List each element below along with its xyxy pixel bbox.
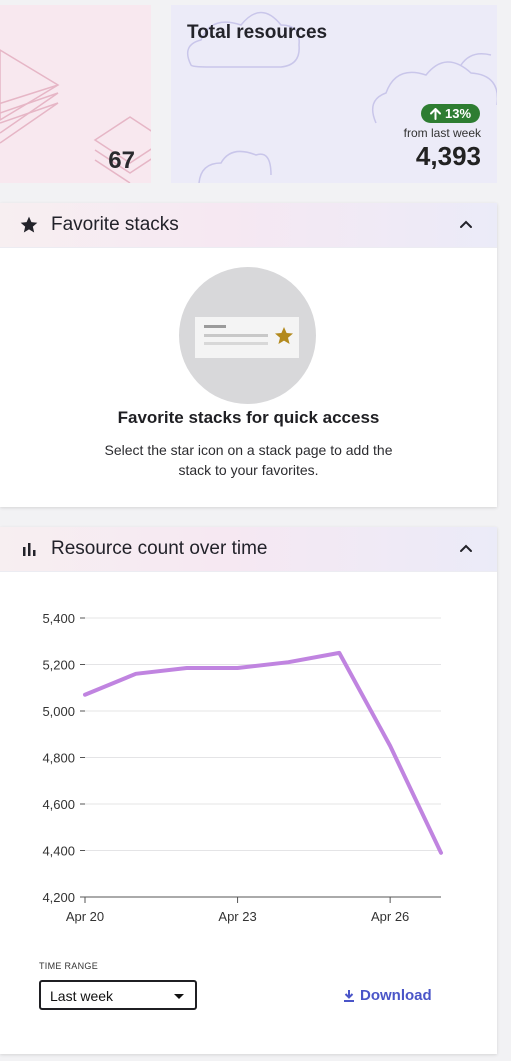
- time-range-value: Last week: [50, 988, 114, 1004]
- card-title: Total resources: [187, 22, 328, 43]
- download-icon: [344, 990, 354, 1002]
- panel-title: Resource count over time: [51, 538, 268, 559]
- time-range-select[interactable]: Last week: [39, 980, 197, 1010]
- stat-value: 67: [108, 147, 135, 174]
- favorite-stacks-panel: Favorite stacks Favorite stacks for quic…: [0, 203, 497, 507]
- x-tick-label: Apr 26: [371, 909, 409, 924]
- y-tick-label: 5,200: [42, 658, 75, 673]
- time-range-label: TIME RANGE: [39, 961, 99, 971]
- favorite-stacks-header[interactable]: Favorite stacks: [0, 203, 497, 248]
- y-tick-label: 5,400: [42, 611, 75, 626]
- bar-chart-icon: [19, 539, 39, 559]
- resource-count-chart: 4,200 4,400 4,600 4,800 5,000 5,200 5,400 Apr 2…: [42, 611, 443, 924]
- stack-card-illustration: [195, 317, 299, 358]
- x-tick-label: Apr 23: [218, 909, 256, 924]
- trend-badge: 13%: [421, 104, 481, 123]
- download-label: Download: [360, 987, 432, 1004]
- download-button[interactable]: Download: [343, 987, 432, 1004]
- chevron-up-icon[interactable]: [457, 540, 475, 558]
- y-tick-label: 4,200: [42, 890, 75, 905]
- resource-count-header[interactable]: Resource count over time: [0, 527, 497, 572]
- series-line: [83, 650, 443, 855]
- y-tick-label: 5,000: [42, 704, 75, 719]
- empty-state-title: Favorite stacks for quick access: [117, 408, 380, 427]
- caret-down-icon: [174, 994, 184, 999]
- favorite-star-icon: [275, 327, 293, 344]
- y-tick-label: 4,800: [42, 751, 75, 766]
- empty-state-illustration: [179, 267, 316, 404]
- trend-value: 13%: [445, 106, 472, 121]
- star-icon: [19, 215, 39, 235]
- trend-label: from last week: [403, 126, 481, 140]
- total-value: 4,393: [415, 141, 481, 171]
- y-tick-label: 4,600: [42, 797, 75, 812]
- stat-card-total-resources: Total resources 13% from last week 4,393: [171, 5, 497, 183]
- panel-title: Favorite stacks: [51, 214, 179, 235]
- x-tick-label: Apr 20: [66, 909, 104, 924]
- resource-count-panel: Resource count over time 4,200 4,400 4,600…: [0, 527, 497, 1054]
- y-tick-label: 4,400: [42, 844, 75, 859]
- stack-lines-icon: [204, 325, 293, 345]
- empty-state-description: Select the star icon on a stack page to …: [104, 442, 393, 478]
- arrow-up-icon: [430, 107, 441, 120]
- chevron-up-icon[interactable]: [457, 216, 475, 234]
- stat-card-left: 67: [0, 5, 151, 183]
